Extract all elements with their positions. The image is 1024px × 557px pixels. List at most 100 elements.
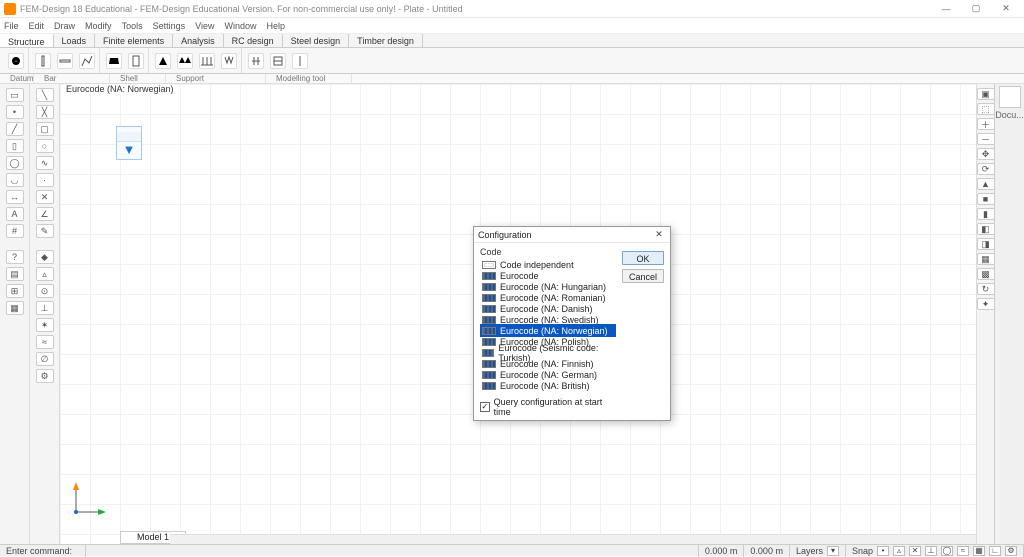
draw-line-icon[interactable]: ╲ [36,88,54,102]
line-tool-icon[interactable] [292,53,308,69]
snap-endpoint-icon[interactable]: ◆ [36,250,54,264]
tab-loads[interactable]: Loads [54,34,96,47]
view-persp-icon[interactable]: ◨ [977,238,995,250]
draw-curve-icon[interactable]: ∿ [36,156,54,170]
code-option-british[interactable]: Eurocode (NA: British) [480,380,616,391]
tool-text-icon[interactable]: A [6,207,24,221]
filter-tool-widget[interactable]: ▼ [116,126,142,160]
menu-draw[interactable]: Draw [54,21,75,31]
snap-off-icon[interactable]: ∅ [36,352,54,366]
snap-tan-icon[interactable]: ◯ [941,546,953,556]
draw-angle-icon[interactable]: ∠ [36,207,54,221]
snap-settings-status-icon[interactable]: ⚙ [1005,546,1017,556]
tab-structure[interactable]: Structure [0,34,54,47]
snap-midpoint-icon[interactable]: ▵ [36,267,54,281]
tool-arc-icon[interactable]: ◡ [6,173,24,187]
snap-settings-icon[interactable]: ⚙ [36,369,54,383]
snap-end-icon[interactable]: • [877,546,889,556]
code-option-hungarian[interactable]: Eurocode (NA: Hungarian) [480,281,616,292]
ok-button[interactable]: OK [622,251,664,265]
snap-perp-status-icon[interactable]: ⊥ [925,546,937,556]
tool-select-icon[interactable]: ▭ [6,88,24,102]
zoom-window-icon[interactable]: ⬚ [977,103,995,115]
snap-near-icon[interactable]: ≈ [957,546,969,556]
zoom-in-icon[interactable]: ＋ [977,118,995,130]
shell-wall-icon[interactable] [128,53,144,69]
cancel-button[interactable]: Cancel [622,269,664,283]
bar-beam-icon[interactable] [57,53,73,69]
tab-analysis[interactable]: Analysis [173,34,224,47]
support-point-icon[interactable] [155,53,171,69]
view-side-icon[interactable]: ▮ [977,208,995,220]
tool-grid-icon[interactable]: ▦ [6,301,24,315]
view-wire-icon[interactable]: ▦ [977,253,995,265]
documents-panel[interactable]: Docu... [994,84,1024,544]
tool-dimension-icon[interactable]: ↔ [6,190,24,204]
view-shade-icon[interactable]: ▩ [977,268,995,280]
menu-modify[interactable]: Modify [85,21,112,31]
cover-icon[interactable] [248,53,264,69]
menu-edit[interactable]: Edit [29,21,45,31]
support-spring-icon[interactable] [221,53,237,69]
tool-query-icon[interactable]: ? [6,250,24,264]
drawing-canvas[interactable]: Eurocode (NA: Norwegian) ▼ Model 1 Confi… [60,84,976,544]
snap-mid-icon[interactable]: ▵ [893,546,905,556]
snap-ortho-status-icon[interactable]: ∟ [989,546,1001,556]
draw-edit-icon[interactable]: ✎ [36,224,54,238]
shell-plate-icon[interactable] [106,53,122,69]
tool-node-icon[interactable]: • [6,105,24,119]
tool-circle-icon[interactable]: ◯ [6,156,24,170]
layers-dropdown-icon[interactable]: ▾ [827,546,839,556]
view-front-icon[interactable]: ■ [977,193,995,205]
code-option-danish[interactable]: Eurocode (NA: Danish) [480,303,616,314]
tool-hash-icon[interactable]: # [6,224,24,238]
tab-steel-design[interactable]: Steel design [283,34,350,47]
view-iso-icon[interactable]: ◧ [977,223,995,235]
code-listbox[interactable]: Code independent Eurocode Eurocode (NA: … [480,259,616,391]
minimize-button[interactable]: — [932,2,960,16]
dialog-close-button[interactable]: ✕ [652,229,666,240]
tab-finite-elements[interactable]: Finite elements [95,34,173,47]
dialog-titlebar[interactable]: Configuration ✕ [474,227,670,243]
code-option-turkish[interactable]: Eurocode (Seismic code: Turkish) [480,347,616,358]
datum-origin-icon[interactable] [8,53,24,69]
draw-point-icon[interactable]: · [36,173,54,187]
bar-column-icon[interactable] [35,53,51,69]
zoom-extents-icon[interactable]: ▣ [977,88,995,100]
support-surface-icon[interactable] [199,53,215,69]
snap-perp-icon[interactable]: ⊥ [36,301,54,315]
snap-int-icon[interactable]: ✕ [909,546,921,556]
layers-button[interactable]: Layers ▾ [790,545,846,557]
menu-settings[interactable]: Settings [153,21,186,31]
snap-intersect-icon[interactable]: ✶ [36,318,54,332]
tool-ortho-icon[interactable]: ⊞ [6,284,24,298]
snap-center-icon[interactable]: ⊙ [36,284,54,298]
menu-help[interactable]: Help [266,21,285,31]
tab-timber-design[interactable]: Timber design [349,34,423,47]
code-option-romanian[interactable]: Eurocode (NA: Romanian) [480,292,616,303]
pan-icon[interactable]: ✥ [977,148,995,160]
maximize-button[interactable]: ▢ [962,2,990,16]
tool-palette-icon[interactable]: ▤ [6,267,24,281]
tool-line-icon[interactable]: ╱ [6,122,24,136]
snap-grid-status-icon[interactable]: ▦ [973,546,985,556]
menu-file[interactable]: File [4,21,19,31]
code-option-norwegian[interactable]: Eurocode (NA: Norwegian) [480,325,616,336]
close-button[interactable]: ✕ [992,2,1020,16]
code-option-swedish[interactable]: Eurocode (NA: Swedish) [480,314,616,325]
view-refresh-icon[interactable]: ↻ [977,283,995,295]
code-option-german[interactable]: Eurocode (NA: German) [480,369,616,380]
menu-tools[interactable]: Tools [122,21,143,31]
snap-nearest-icon[interactable]: ≈ [36,335,54,349]
menu-window[interactable]: Window [224,21,256,31]
zoom-out-icon[interactable]: － [977,133,995,145]
draw-square-icon[interactable]: ▢ [36,122,54,136]
bar-truss-icon[interactable] [79,53,95,69]
command-input[interactable] [86,545,699,557]
tool-rect-icon[interactable]: ▯ [6,139,24,153]
building-icon[interactable] [270,53,286,69]
code-option-eurocode[interactable]: Eurocode [480,270,616,281]
view-top-icon[interactable]: ▲ [977,178,995,190]
query-startup-checkbox[interactable] [480,402,490,412]
view-save-icon[interactable]: ✦ [977,298,995,310]
